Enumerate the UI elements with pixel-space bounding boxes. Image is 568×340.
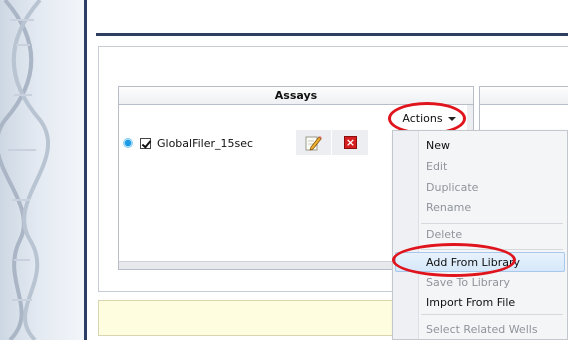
menu-item-edit[interactable]: Edit <box>426 160 447 173</box>
dna-helix-graphic <box>0 0 51 340</box>
menu-item-delete[interactable]: Delete <box>426 228 462 241</box>
edit-pencil-icon[interactable] <box>305 134 322 151</box>
actions-menu: New Edit Duplicate Rename Delete Add Fro… <box>392 130 568 340</box>
menu-item-new[interactable]: New <box>426 139 450 152</box>
assay-checkbox[interactable] <box>140 137 151 149</box>
left-panel-border <box>84 0 87 340</box>
menu-separator <box>421 223 563 224</box>
assay-name: GlobalFiler_15sec <box>157 136 254 150</box>
menu-separator <box>421 314 563 315</box>
assay-row[interactable]: GlobalFiler_15sec <box>123 133 253 153</box>
menu-item-rename[interactable]: Rename <box>426 201 471 214</box>
secondary-panel-header <box>480 87 568 105</box>
add-from-library-highlight-ellipse <box>392 243 516 277</box>
header-divider <box>96 33 568 36</box>
menu-item-import-from-file[interactable]: Import From File <box>426 296 515 309</box>
menu-item-select-related-wells[interactable]: Select Related Wells <box>426 323 538 336</box>
menu-item-duplicate[interactable]: Duplicate <box>426 181 478 194</box>
delete-x-icon[interactable]: × <box>344 136 357 149</box>
left-decorative-panel <box>0 0 86 340</box>
menu-icon-gutter <box>393 131 419 339</box>
menu-item-save-to-library[interactable]: Save To Library <box>426 276 510 289</box>
assay-radio-selected[interactable] <box>123 138 133 148</box>
